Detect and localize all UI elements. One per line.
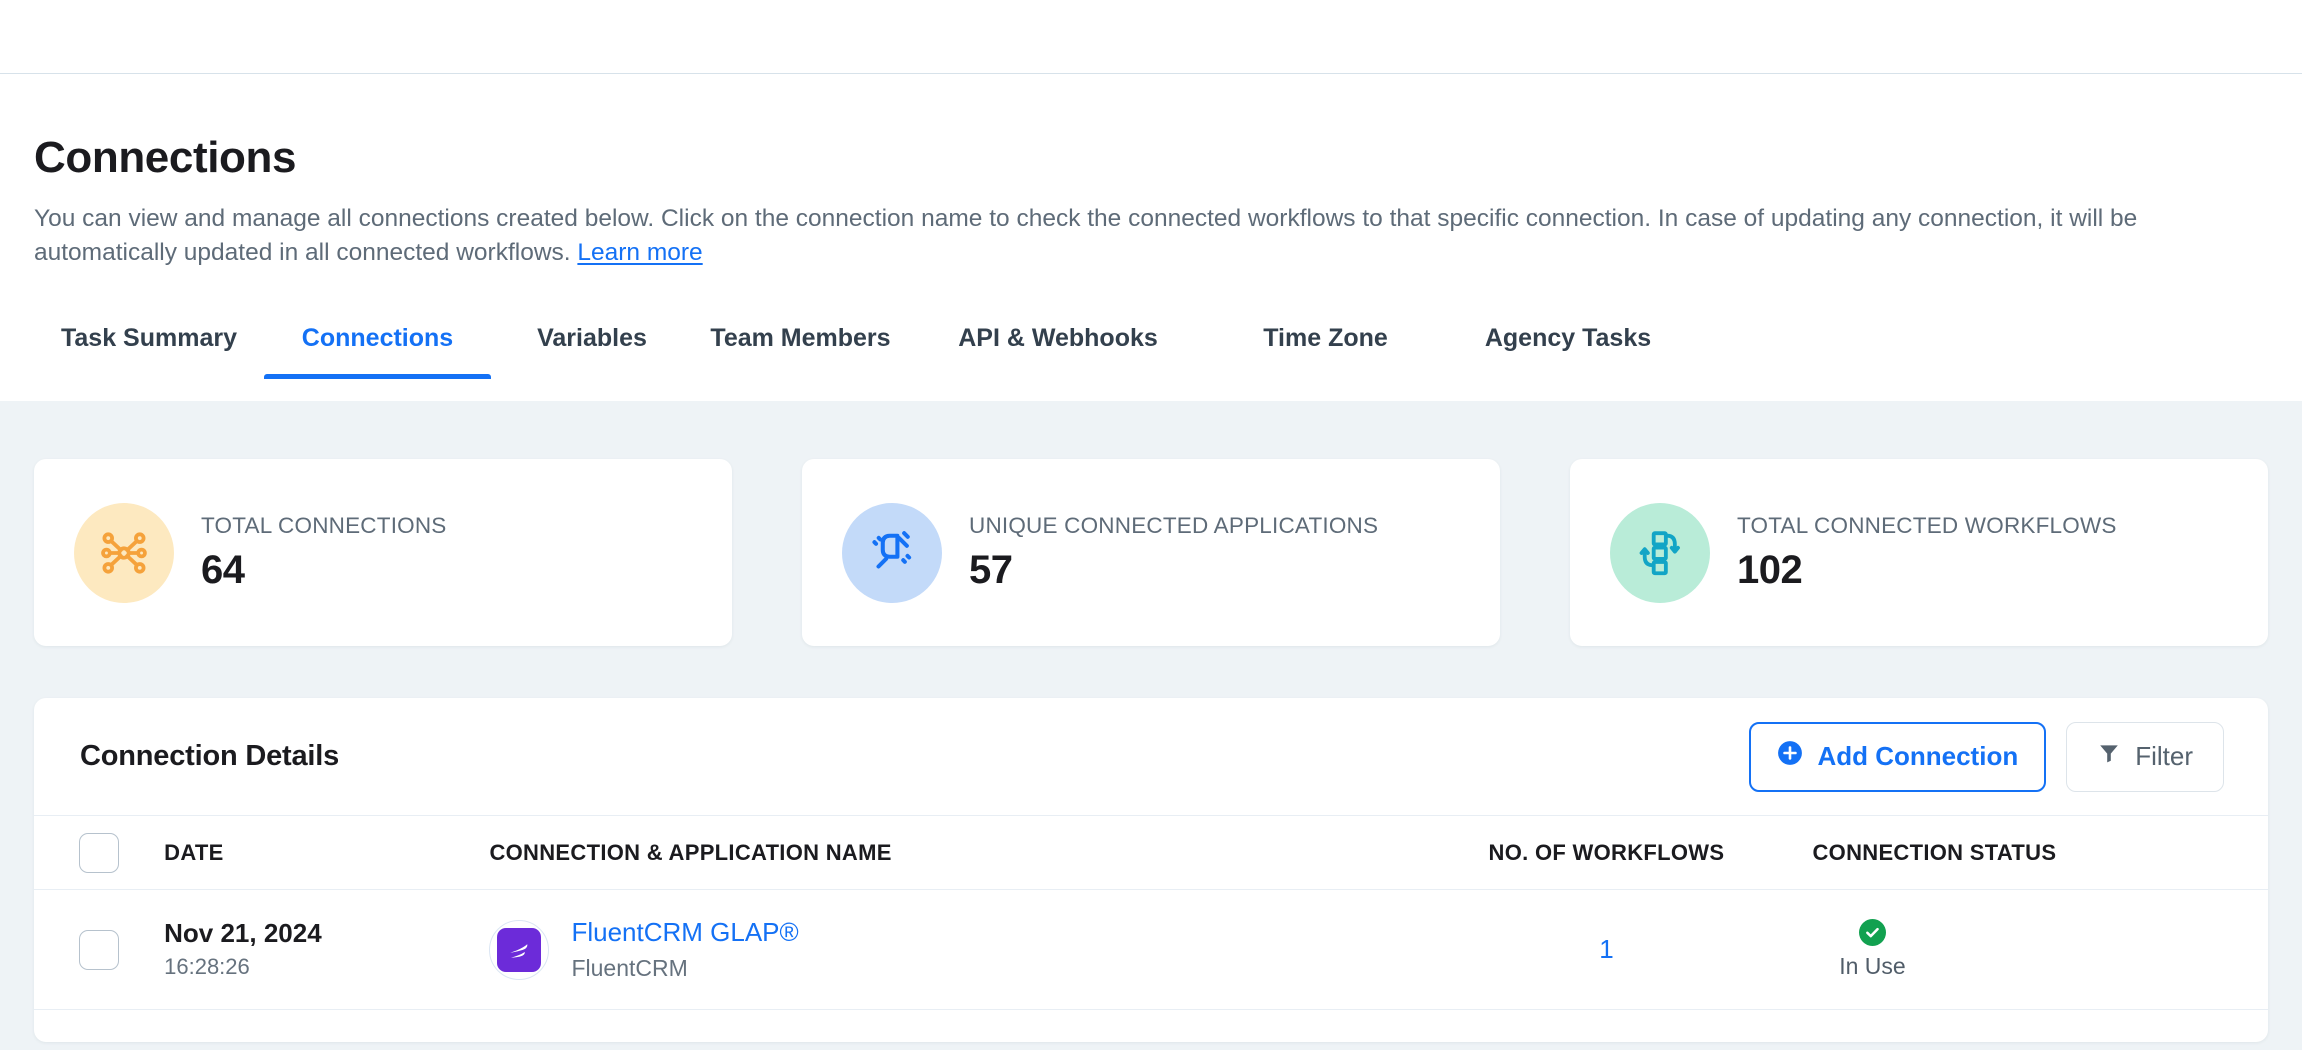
- application-name: FluentCRM: [571, 954, 688, 981]
- funnel-icon: [2097, 741, 2121, 772]
- stats-row: TOTAL CONNECTIONS 64 UNIQUE CONNECTED AP…: [34, 401, 2268, 646]
- page-description-text: You can view and manage all connections …: [34, 205, 2138, 266]
- connections-table-body: Nov 21, 2024 16:28:26 FluentCRM GLAP® Fl…: [34, 889, 2268, 1010]
- page-description: You can view and manage all connections …: [34, 202, 2224, 269]
- tab-label: API & Webhooks: [958, 324, 1158, 353]
- tab-task-summary[interactable]: Task Summary: [34, 324, 264, 379]
- tab-label: Agency Tasks: [1484, 324, 1652, 353]
- stat-label: UNIQUE CONNECTED APPLICATIONS: [969, 513, 1379, 539]
- connections-table-head: DATE CONNECTION & APPLICATION NAME NO. O…: [34, 815, 2268, 890]
- stat-value: 64: [201, 547, 245, 592]
- tab-api-webhooks[interactable]: API & Webhooks: [908, 324, 1208, 379]
- tab-agency-tasks[interactable]: Agency Tasks: [1443, 324, 1693, 379]
- stat-value: 102: [1737, 547, 1803, 592]
- row-time: 16:28:26: [164, 953, 250, 979]
- page-header: Connections You can view and manage all …: [0, 74, 2302, 401]
- tab-label: Connections: [301, 324, 454, 353]
- column-header-connection-application-name[interactable]: CONNECTION & APPLICATION NAME: [489, 815, 1401, 890]
- workflow-count-link[interactable]: 1: [1599, 934, 1613, 964]
- row-status-cell: In Use: [1812, 889, 2268, 1010]
- page-body: TOTAL CONNECTIONS 64 UNIQUE CONNECTED AP…: [0, 401, 2302, 1050]
- status-label: In Use: [1839, 953, 1906, 979]
- row-date-cell: Nov 21, 2024 16:28:26: [164, 889, 490, 1010]
- select-all-header: [34, 815, 165, 890]
- workflow-icon: [1610, 502, 1710, 603]
- filter-label: Filter: [2135, 741, 2193, 771]
- tab-connections[interactable]: Connections: [264, 324, 491, 380]
- row-workflows-cell: 1: [1400, 889, 1813, 1010]
- tab-label: Variables: [537, 324, 647, 353]
- column-header-no-of-workflows[interactable]: NO. OF WORKFLOWS: [1400, 815, 1813, 890]
- app-names: FluentCRM GLAP® FluentCRM: [571, 917, 798, 981]
- stat-card-unique-applications: UNIQUE CONNECTED APPLICATIONS 57: [802, 459, 1500, 646]
- tab-bar: Task Summary Connections Variables Team …: [34, 305, 2302, 380]
- tab-time-zone[interactable]: Time Zone: [1208, 324, 1443, 379]
- tab-variables[interactable]: Variables: [491, 324, 693, 379]
- row-date: Nov 21, 2024: [164, 918, 322, 949]
- tab-label: Time Zone: [1263, 324, 1388, 353]
- network-hub-icon: [74, 502, 174, 603]
- column-header-date[interactable]: DATE: [164, 815, 490, 890]
- tab-label: Team Members: [710, 324, 891, 353]
- connection-details-panel: Connection Details Add Connection Filter…: [34, 698, 2268, 1042]
- tab-team-members[interactable]: Team Members: [693, 324, 908, 379]
- stat-label: TOTAL CONNECTED WORKFLOWS: [1737, 513, 2117, 539]
- avatar: [489, 919, 550, 980]
- tab-label: Task Summary: [60, 324, 237, 353]
- status-badge: In Use: [1812, 919, 1932, 980]
- row-select-cell: [34, 889, 165, 1010]
- app-top-bar: [0, 0, 2302, 74]
- connection-details-title: Connection Details: [80, 740, 340, 772]
- row-checkbox[interactable]: [79, 929, 120, 970]
- filter-button[interactable]: Filter: [2066, 721, 2224, 792]
- check-circle-icon: [1858, 919, 1886, 946]
- plus-circle-icon: [1777, 740, 1803, 773]
- table-header-row: DATE CONNECTION & APPLICATION NAME NO. O…: [34, 815, 2268, 890]
- fluentcrm-logo-icon: [497, 927, 542, 972]
- row-select-wrap: [34, 929, 164, 970]
- table-row[interactable]: Nov 21, 2024 16:28:26 FluentCRM GLAP® Fl…: [34, 889, 2268, 1010]
- app-cell: FluentCRM GLAP® FluentCRM: [489, 917, 1400, 981]
- row-connection-cell: FluentCRM GLAP® FluentCRM: [489, 889, 1401, 1010]
- add-connection-label: Add Connection: [1817, 741, 2019, 771]
- column-header-connection-status[interactable]: CONNECTION STATUS: [1812, 815, 2268, 890]
- stat-value: 57: [969, 547, 1013, 592]
- select-all-checkbox[interactable]: [79, 832, 120, 873]
- plug-connector-icon: [842, 502, 942, 603]
- connection-details-actions: Add Connection Filter: [1749, 721, 2224, 792]
- connections-table: DATE CONNECTION & APPLICATION NAME NO. O…: [34, 815, 2268, 1010]
- connection-details-header: Connection Details Add Connection Filter: [34, 698, 2268, 815]
- stat-label: TOTAL CONNECTIONS: [201, 513, 447, 539]
- add-connection-button[interactable]: Add Connection: [1749, 721, 2047, 792]
- connection-name-link[interactable]: FluentCRM GLAP®: [571, 917, 798, 948]
- learn-more-link[interactable]: Learn more: [577, 239, 702, 266]
- stat-card-total-workflows: TOTAL CONNECTED WORKFLOWS 102: [1570, 459, 2268, 646]
- select-all-wrap: [34, 832, 164, 873]
- stat-card-total-connections: TOTAL CONNECTIONS 64: [34, 459, 732, 646]
- page-title: Connections: [34, 133, 297, 182]
